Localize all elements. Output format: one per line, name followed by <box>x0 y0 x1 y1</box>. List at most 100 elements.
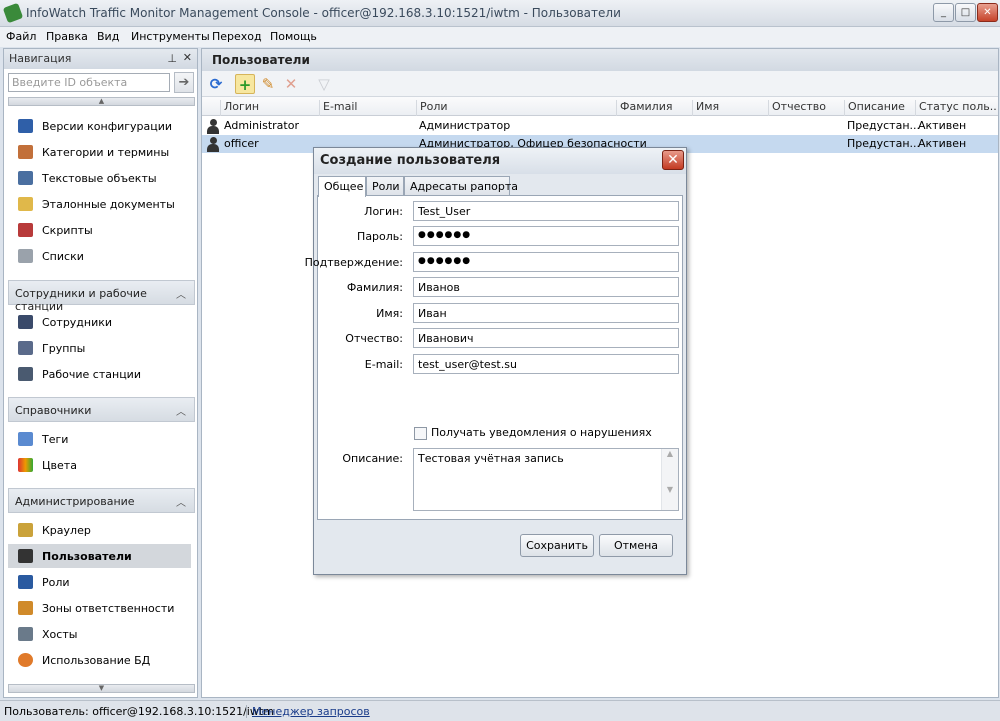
add-user-icon[interactable]: + <box>235 74 255 94</box>
nav-item-hosts[interactable]: Хосты <box>8 622 191 646</box>
pin-icon[interactable]: ⊥ <box>167 52 177 65</box>
employee-icon <box>18 315 33 329</box>
tab-report-recipients[interactable]: Адресаты рапорта <box>404 176 518 196</box>
table-row[interactable]: Administrator Администратор Предустан...… <box>202 117 998 135</box>
collapse-icon: ︿ <box>176 498 186 509</box>
nav-item-config-versions[interactable]: Версии конфигурации <box>8 114 191 138</box>
nav-item-roles[interactable]: Роли <box>8 570 191 594</box>
dialog-close-button[interactable]: ✕ <box>662 150 684 170</box>
dialog-title: Создание пользователя <box>314 148 686 174</box>
nav-item-scripts[interactable]: Скрипты <box>8 218 191 242</box>
login-label: Логин: <box>364 205 403 218</box>
filter-icon[interactable]: ▽ <box>314 74 334 94</box>
zones-icon <box>18 601 33 615</box>
description-text: Тестовая учётная запись <box>418 452 564 465</box>
status-bar: Пользователь: officer@192.168.3.10:1521/… <box>0 700 1000 721</box>
menu-help[interactable]: Помощь <box>270 30 317 43</box>
email-label: E-mail: <box>364 358 403 371</box>
object-id-search-input[interactable]: Введите ID объекта <box>8 73 170 92</box>
nav-item-employees[interactable]: Сотрудники <box>8 310 191 334</box>
document-icon <box>18 197 33 211</box>
nav-item-categories[interactable]: Категории и термины <box>8 140 191 164</box>
password-label: Пароль: <box>357 230 403 243</box>
col-login[interactable]: Логин <box>220 100 320 116</box>
db-usage-icon <box>18 653 33 667</box>
user-icon <box>206 137 220 153</box>
nav-item-users[interactable]: Пользователи <box>8 544 191 568</box>
description-textarea[interactable]: Тестовая учётная запись ▲ ▼ <box>413 448 679 511</box>
col-email[interactable]: E-mail <box>319 100 416 116</box>
col-middlename[interactable]: Отчество <box>768 100 844 116</box>
edit-icon[interactable]: ✎ <box>258 74 278 94</box>
arrow-right-icon[interactable]: ➔ <box>174 72 194 93</box>
title-bar: InfoWatch Traffic Monitor Management Con… <box>0 0 1000 27</box>
colors-icon <box>18 458 33 472</box>
email-field[interactable]: test_user@test.su <box>413 354 679 374</box>
textarea-scrollbar[interactable]: ▲ ▼ <box>661 449 678 510</box>
scroll-up-button[interactable]: ▲ <box>8 97 195 106</box>
confirm-password-field[interactable]: ●●●●●● <box>413 252 679 272</box>
save-button[interactable]: Сохранить <box>520 534 594 557</box>
app-logo-icon <box>2 2 24 24</box>
menu-tools[interactable]: Инструменты <box>131 30 210 43</box>
users-toolbar: ⟳ + ✎ ✕ ▽ <box>202 71 998 97</box>
confirm-label: Подтверждение: <box>304 256 403 269</box>
nav-item-groups[interactable]: Группы <box>8 336 191 360</box>
group-dictionaries[interactable]: Справочники ︿ <box>8 397 195 422</box>
status-user: Пользователь: officer@192.168.3.10:1521/… <box>4 705 274 718</box>
description-label: Описание: <box>342 452 403 465</box>
middlename-label: Отчество: <box>345 332 403 345</box>
nav-item-colors[interactable]: Цвета <box>8 453 191 477</box>
nav-item-reference-docs[interactable]: Эталонные документы <box>8 192 191 216</box>
crawler-icon <box>18 523 33 537</box>
lastname-label: Фамилия: <box>346 281 403 294</box>
nav-item-crawler[interactable]: Краулер <box>8 518 191 542</box>
tag-icon <box>18 432 33 446</box>
users-table-header: Логин E-mail Роли Фамилия Имя Отчество О… <box>202 97 998 116</box>
host-icon <box>18 627 33 641</box>
nav-item-db-usage[interactable]: Использование БД <box>8 648 191 672</box>
user-icon <box>206 119 220 135</box>
navigation-header: Навигация ⊥ ✕ <box>4 49 197 69</box>
nav-item-zones[interactable]: Зоны ответственности <box>8 596 191 620</box>
queries-manager-link[interactable]: Менеджер запросов <box>246 705 370 718</box>
cancel-button[interactable]: Отмена <box>599 534 673 557</box>
close-panel-icon[interactable]: ✕ <box>183 51 192 64</box>
scroll-down-button[interactable]: ▼ <box>8 684 195 693</box>
nav-item-text-objects[interactable]: Текстовые объекты <box>8 166 191 190</box>
lastname-field[interactable]: Иванов <box>413 277 679 297</box>
menu-navigate[interactable]: Переход <box>212 30 262 43</box>
refresh-icon[interactable]: ⟳ <box>206 74 226 94</box>
menu-file[interactable]: Файл <box>6 30 36 43</box>
delete-icon[interactable]: ✕ <box>281 74 301 94</box>
firstname-field[interactable]: Иван <box>413 303 679 323</box>
col-description[interactable]: Описание <box>844 100 915 116</box>
group-employees[interactable]: Сотрудники и рабочие станции ︿ <box>8 280 195 313</box>
group-administration[interactable]: Администрирование ︿ <box>8 488 195 513</box>
col-status[interactable]: Статус поль... <box>915 100 997 116</box>
col-roles[interactable]: Роли <box>416 100 616 116</box>
nav-item-tags[interactable]: Теги <box>8 427 191 451</box>
workstation-icon <box>18 367 33 381</box>
minimize-button[interactable]: _ <box>933 3 954 22</box>
role-icon <box>18 575 33 589</box>
middlename-field[interactable]: Иванович <box>413 328 679 348</box>
notify-checkbox[interactable] <box>414 427 427 440</box>
col-firstname[interactable]: Имя <box>692 100 768 116</box>
maximize-button[interactable]: □ <box>955 3 976 22</box>
book-icon <box>18 145 33 159</box>
col-lastname[interactable]: Фамилия <box>616 100 692 116</box>
nav-item-lists[interactable]: Списки <box>8 244 191 268</box>
menu-view[interactable]: Вид <box>97 30 119 43</box>
nav-item-workstations[interactable]: Рабочие станции <box>8 362 191 386</box>
navigation-title: Навигация <box>9 52 72 65</box>
gear-icon <box>18 119 33 133</box>
script-icon <box>18 223 33 237</box>
tab-roles[interactable]: Роли <box>366 176 404 196</box>
login-field[interactable]: Test_User <box>413 201 679 221</box>
notify-checkbox-label: Получать уведомления о нарушениях <box>431 426 652 439</box>
tab-general[interactable]: Общее <box>318 176 366 197</box>
close-window-button[interactable]: ✕ <box>977 3 998 22</box>
password-field[interactable]: ●●●●●● <box>413 226 679 246</box>
menu-edit[interactable]: Правка <box>46 30 88 43</box>
